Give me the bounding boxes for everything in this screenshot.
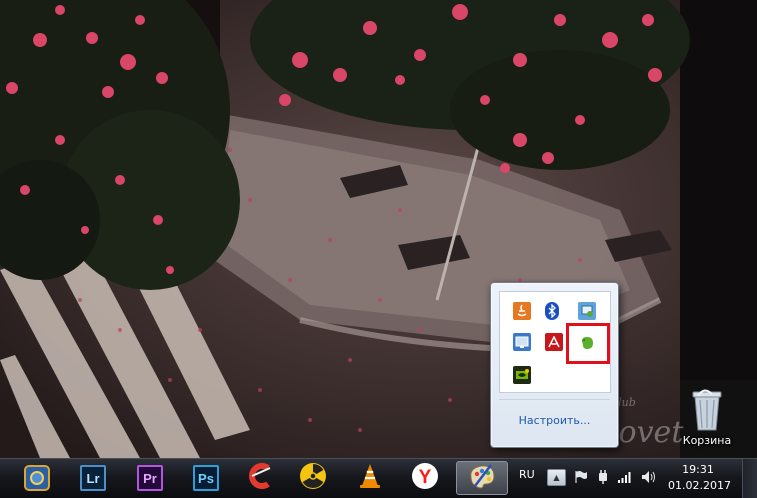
ccleaner-icon	[246, 462, 274, 494]
show-desktop-button[interactable]	[742, 459, 757, 498]
taskbar-fallout-shelter[interactable]	[293, 461, 333, 495]
java-update-icon[interactable]	[513, 302, 531, 320]
recycle-bin-label: Корзина	[682, 434, 732, 447]
network-sharing-icon[interactable]	[578, 302, 596, 320]
show-hidden-icons-button[interactable]: ▲	[547, 469, 566, 486]
adobe-icon[interactable]	[545, 333, 563, 351]
taskbar-ccleaner[interactable]	[240, 461, 280, 495]
recycle-bin-icon	[690, 388, 724, 432]
radiation-icon	[299, 462, 327, 494]
taskbar: Lr Pr Ps Y RU ▲ 19:31 01.02.2017	[0, 458, 757, 498]
taskbar-hearthstone[interactable]	[17, 461, 57, 495]
system-clock[interactable]: 19:31 01.02.2017	[668, 462, 731, 494]
paint-palette-icon	[467, 462, 497, 494]
svg-text:Y: Y	[419, 467, 432, 488]
customize-link[interactable]: Настроить...	[491, 414, 618, 427]
clock-date: 01.02.2017	[668, 479, 731, 492]
volume-icon[interactable]	[640, 468, 658, 486]
popup-separator	[499, 399, 610, 400]
flag-action-center-icon[interactable]	[572, 468, 590, 486]
highlight-box	[566, 323, 610, 364]
chevron-up-icon: ▲	[553, 473, 560, 482]
taskbar-yandex-browser[interactable]: Y	[405, 461, 445, 495]
nvidia-icon[interactable]	[513, 366, 531, 384]
bluetooth-icon[interactable]	[545, 302, 559, 320]
taskbar-vlc[interactable]	[350, 461, 390, 495]
language-indicator[interactable]: RU	[519, 468, 535, 481]
taskbar-photoshop[interactable]: Ps	[186, 461, 226, 495]
clock-time: 19:31	[682, 463, 714, 476]
hearthstone-icon	[24, 465, 50, 491]
recycle-bin[interactable]: Корзина	[672, 388, 742, 458]
taskbar-paint[interactable]	[456, 461, 508, 495]
taskbar-lightroom[interactable]: Lr	[73, 461, 113, 495]
lightroom-icon: Lr	[80, 465, 106, 491]
vlc-cone-icon	[356, 462, 384, 494]
premiere-icon: Pr	[137, 465, 163, 491]
display-settings-icon[interactable]	[513, 333, 531, 351]
power-plug-icon[interactable]	[594, 468, 612, 486]
taskbar-premiere[interactable]: Pr	[130, 461, 170, 495]
yandex-icon: Y	[411, 462, 439, 494]
network-signal-icon[interactable]	[616, 468, 634, 486]
photoshop-icon: Ps	[193, 465, 219, 491]
